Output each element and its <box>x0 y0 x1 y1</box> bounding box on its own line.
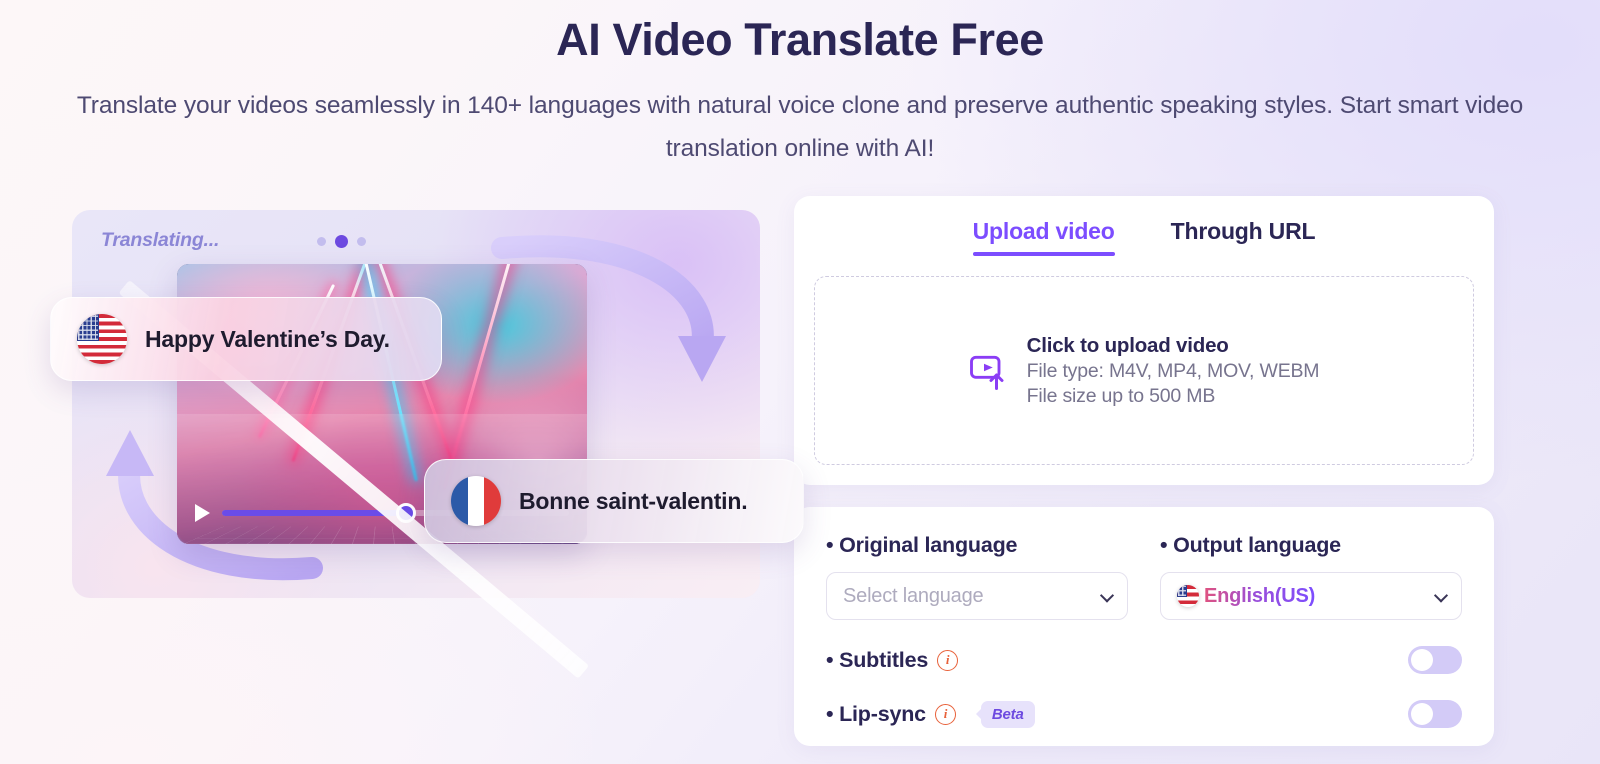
dropzone-file-size: File size up to 500 MB <box>1026 384 1216 407</box>
tab-through-url[interactable]: Through URL <box>1171 218 1316 256</box>
subtitles-label: • Subtitles i <box>826 647 959 673</box>
target-caption-bubble: Bonne saint-valentin. <box>424 459 804 543</box>
subtitles-row: • Subtitles i <box>826 646 1462 674</box>
lip-sync-toggle[interactable] <box>1408 700 1462 728</box>
dropzone-file-types: File type: M4V, MP4, MOV, WEBM <box>1026 359 1320 382</box>
output-language-group: • Output language English(US) <box>1160 533 1462 620</box>
chevron-down-icon <box>1433 588 1449 603</box>
loading-dot-active <box>335 235 348 248</box>
loading-dot <box>357 237 366 246</box>
upload-tabs: Upload video Through URL <box>814 218 1474 256</box>
flag-us-icon <box>77 314 127 364</box>
loading-dots <box>317 235 366 248</box>
output-language-select[interactable]: English(US) <box>1160 572 1462 620</box>
source-caption-text: Happy Valentine’s Day. <box>145 325 390 352</box>
original-language-group: • Original language Select language <box>826 533 1128 620</box>
toggle-knob <box>1411 703 1433 725</box>
dropzone-title: Click to upload video <box>1026 333 1229 357</box>
output-language-label: • Output language <box>1160 533 1341 557</box>
loading-dot <box>317 237 326 246</box>
translating-status: Translating... <box>101 229 220 251</box>
page-title: AI Video Translate Free <box>556 14 1044 65</box>
target-caption-text: Bonne saint-valentin. <box>519 487 748 514</box>
lip-sync-label-text: • Lip-sync <box>826 701 926 726</box>
flag-us-icon <box>1177 585 1199 607</box>
info-icon[interactable]: i <box>937 649 959 671</box>
original-language-select[interactable]: Select language <box>826 572 1128 620</box>
upload-dropzone[interactable]: Click to upload video File type: M4V, MP… <box>814 276 1474 465</box>
chevron-down-icon <box>1099 588 1115 603</box>
original-language-placeholder: Select language <box>843 584 984 607</box>
control-panel: Upload video Through URL Click to upload… <box>794 196 1494 746</box>
options-card: • Original language Select language • Ou… <box>794 507 1494 746</box>
subtitles-label-text: • Subtitles <box>826 647 929 672</box>
original-language-label: • Original language <box>826 533 1018 557</box>
source-caption-bubble: Happy Valentine’s Day. <box>50 297 442 381</box>
page-subtitle: Translate your videos seamlessly in 140+… <box>76 91 1524 163</box>
main-content: Translating... Happy Valentine’s Day. Bo… <box>0 196 1600 746</box>
lip-sync-row: • Lip-sync i Beta <box>826 700 1462 728</box>
info-icon[interactable]: i <box>934 703 956 725</box>
hero-section: AI Video Translate Free Translate your v… <box>0 0 1600 171</box>
dropzone-text: Click to upload video File type: M4V, MP… <box>1027 334 1320 408</box>
output-language-value: English(US) <box>1204 584 1316 607</box>
language-row: • Original language Select language • Ou… <box>826 533 1462 620</box>
tab-upload-video[interactable]: Upload video <box>972 218 1115 256</box>
upload-card: Upload video Through URL Click to upload… <box>794 196 1494 485</box>
lip-sync-label: • Lip-sync i Beta <box>826 700 1035 728</box>
video-upload-icon <box>969 355 1004 390</box>
play-icon[interactable] <box>195 504 210 522</box>
flag-fr-icon <box>451 476 501 526</box>
subtitles-toggle[interactable] <box>1408 646 1462 674</box>
translation-illustration: Translating... Happy Valentine’s Day. Bo… <box>50 196 804 679</box>
toggle-knob <box>1411 649 1433 671</box>
beta-badge: Beta <box>980 700 1035 728</box>
